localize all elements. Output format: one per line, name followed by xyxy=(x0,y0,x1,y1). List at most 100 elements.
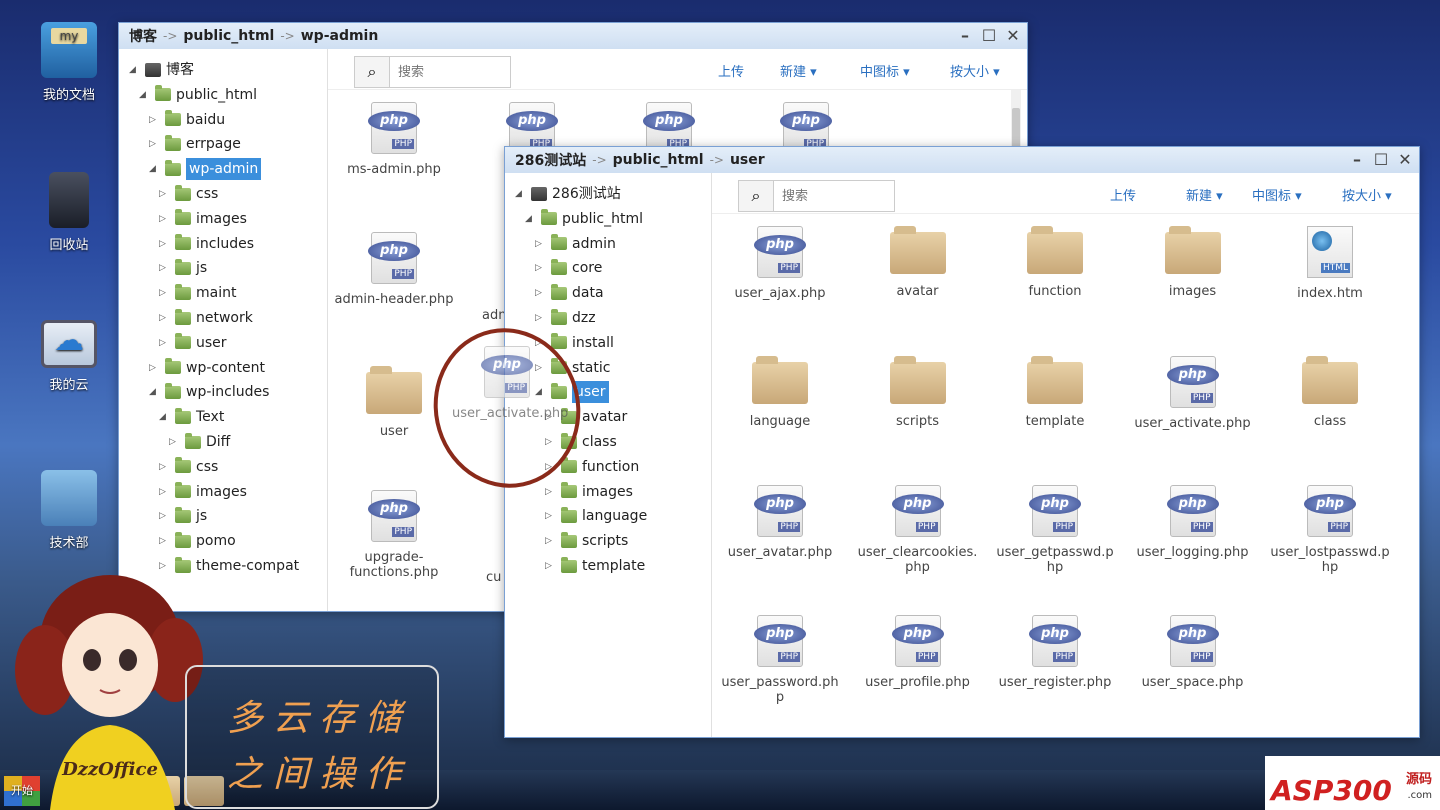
expanded-arrow-icon[interactable]: ◢ xyxy=(149,158,161,180)
breadcrumb-item[interactable]: 博客 xyxy=(129,26,157,46)
new-button[interactable]: 新建 ▾ xyxy=(1186,185,1223,204)
collapsed-arrow-icon[interactable]: ▷ xyxy=(159,530,171,552)
view-button[interactable]: 中图标 ▾ xyxy=(860,61,910,80)
file-item[interactable]: function xyxy=(995,226,1115,299)
search-input[interactable] xyxy=(774,181,894,211)
tree-item[interactable]: ◢ 博客 xyxy=(129,59,194,81)
tree-item[interactable]: ▷ images xyxy=(545,481,633,503)
file-item[interactable]: upgrade-functions.php xyxy=(334,490,454,580)
minimize-icon[interactable]: – xyxy=(957,26,973,45)
file-item[interactable]: user_profile.php xyxy=(858,614,978,690)
file-item[interactable]: admin-header.php xyxy=(334,232,454,307)
file-item[interactable]: user_ajax.php xyxy=(720,226,840,301)
tree-item[interactable]: ▷ errpage xyxy=(149,133,241,155)
file-item[interactable]: avatar xyxy=(858,226,978,299)
close-icon[interactable]: ✕ xyxy=(1397,150,1413,169)
desktop-icon-recycle-bin[interactable]: 回收站 xyxy=(34,172,104,253)
collapsed-arrow-icon[interactable]: ▷ xyxy=(159,307,171,329)
new-button[interactable]: 新建 ▾ xyxy=(780,61,817,80)
collapsed-arrow-icon[interactable]: ▷ xyxy=(535,257,547,279)
collapsed-arrow-icon[interactable]: ▷ xyxy=(535,282,547,304)
tree-item[interactable]: ▷ js xyxy=(159,505,207,527)
desktop-icon-my-documents[interactable]: 我的文档 xyxy=(34,22,104,103)
file-item[interactable]: user_activate.php xyxy=(1133,355,1253,431)
file-item[interactable]: user_space.php xyxy=(1133,614,1253,690)
tree-item[interactable]: ▷ scripts xyxy=(545,530,628,552)
file-item[interactable]: images xyxy=(1133,226,1253,299)
tree-item[interactable]: ▷ wp-content xyxy=(149,357,265,379)
sort-button[interactable]: 按大小 ▾ xyxy=(1342,185,1392,204)
collapsed-arrow-icon[interactable]: ▷ xyxy=(149,133,161,155)
collapsed-arrow-icon[interactable]: ▷ xyxy=(545,505,557,527)
sort-button[interactable]: 按大小 ▾ xyxy=(950,61,1000,80)
collapsed-arrow-icon[interactable]: ▷ xyxy=(159,481,171,503)
collapsed-arrow-icon[interactable]: ▷ xyxy=(545,530,557,552)
collapsed-arrow-icon[interactable]: ▷ xyxy=(159,208,171,230)
file-item[interactable]: language xyxy=(720,355,840,429)
tree-item[interactable]: ▷ images xyxy=(159,208,247,230)
collapsed-arrow-icon[interactable]: ▷ xyxy=(535,233,547,255)
expanded-arrow-icon[interactable]: ◢ xyxy=(159,406,171,428)
expanded-arrow-icon[interactable]: ◢ xyxy=(515,183,527,205)
desktop-icon-my-cloud[interactable]: 我的云 xyxy=(34,320,104,393)
file-item[interactable]: scripts xyxy=(858,355,978,429)
collapsed-arrow-icon[interactable]: ▷ xyxy=(149,109,161,131)
desktop-icon-tech-dept[interactable]: 技术部 xyxy=(34,470,104,551)
expanded-arrow-icon[interactable]: ◢ xyxy=(129,59,141,81)
tree-item[interactable]: ▷ template xyxy=(545,555,645,577)
collapsed-arrow-icon[interactable]: ▷ xyxy=(535,307,547,329)
expanded-arrow-icon[interactable]: ◢ xyxy=(525,208,537,230)
maximize-icon[interactable]: ☐ xyxy=(981,26,997,45)
file-item[interactable]: user_avatar.php xyxy=(720,485,840,560)
maximize-icon[interactable]: ☐ xyxy=(1373,150,1389,169)
view-button[interactable]: 中图标 ▾ xyxy=(1252,185,1302,204)
close-icon[interactable]: ✕ xyxy=(1005,26,1021,45)
breadcrumb-item[interactable]: user xyxy=(730,152,765,168)
file-item[interactable]: user_register.php xyxy=(995,614,1115,690)
tree-item[interactable]: ▷ network xyxy=(159,307,253,329)
search-input[interactable] xyxy=(390,57,510,87)
search-icon[interactable]: ⌕ xyxy=(739,181,774,211)
file-item[interactable]: class xyxy=(1270,355,1390,429)
collapsed-arrow-icon[interactable]: ▷ xyxy=(159,257,171,279)
file-item[interactable]: template xyxy=(995,355,1115,429)
tree-item[interactable]: ▷ css xyxy=(159,456,218,478)
tree-item[interactable]: ▷ css xyxy=(159,183,218,205)
tree-item[interactable]: ▷ data xyxy=(535,282,604,304)
tree-item[interactable]: ◢ 286测试站 xyxy=(515,183,621,205)
breadcrumb-item[interactable]: wp-admin xyxy=(301,28,379,44)
tree-item[interactable]: ▷ Diff xyxy=(169,431,230,453)
tree-item[interactable]: ▷ admin xyxy=(535,233,616,255)
expanded-arrow-icon[interactable]: ◢ xyxy=(139,84,151,106)
breadcrumb-item[interactable]: public_html xyxy=(613,152,704,168)
window-titlebar[interactable]: 博客 -> public_html -> wp-admin – ☐ ✕ xyxy=(119,23,1027,49)
breadcrumb-item[interactable]: 286测试站 xyxy=(515,150,586,170)
search-icon[interactable]: ⌕ xyxy=(355,57,390,87)
file-item[interactable]: user_clearcookies.php xyxy=(858,485,978,575)
file-item[interactable]: user_password.php xyxy=(720,614,840,705)
upload-button[interactable]: 上传 xyxy=(1110,185,1136,204)
tree-item[interactable]: ▷ js xyxy=(159,257,207,279)
minimize-icon[interactable]: – xyxy=(1349,150,1365,169)
tree-item[interactable]: ◢ wp-includes xyxy=(149,381,269,403)
expanded-arrow-icon[interactable]: ◢ xyxy=(149,381,161,403)
tree-item[interactable]: ◢ public_html xyxy=(525,208,643,230)
file-item[interactable]: ms-admin.php xyxy=(334,102,454,177)
collapsed-arrow-icon[interactable]: ▷ xyxy=(159,505,171,527)
tree-item[interactable]: ▷ pomo xyxy=(159,530,236,552)
tree-item[interactable]: ◢ public_html xyxy=(139,84,257,106)
tree-item[interactable]: ▷ dzz xyxy=(535,307,596,329)
tree-item[interactable]: ▷ baidu xyxy=(149,109,225,131)
collapsed-arrow-icon[interactable]: ▷ xyxy=(159,233,171,255)
collapsed-arrow-icon[interactable]: ▷ xyxy=(545,555,557,577)
tree-item[interactable]: ◢ wp-admin xyxy=(149,158,262,181)
collapsed-arrow-icon[interactable]: ▷ xyxy=(149,357,161,379)
tree-item[interactable]: ▷ images xyxy=(159,481,247,503)
tree-item[interactable]: ◢ Text xyxy=(159,406,224,428)
tree-item[interactable]: ▷ includes xyxy=(159,233,254,255)
collapsed-arrow-icon[interactable]: ▷ xyxy=(159,282,171,304)
file-item[interactable]: index.htm xyxy=(1270,226,1390,301)
tree-item[interactable]: ▷ user xyxy=(159,332,227,354)
collapsed-arrow-icon[interactable]: ▷ xyxy=(545,481,557,503)
upload-button[interactable]: 上传 xyxy=(718,61,744,80)
